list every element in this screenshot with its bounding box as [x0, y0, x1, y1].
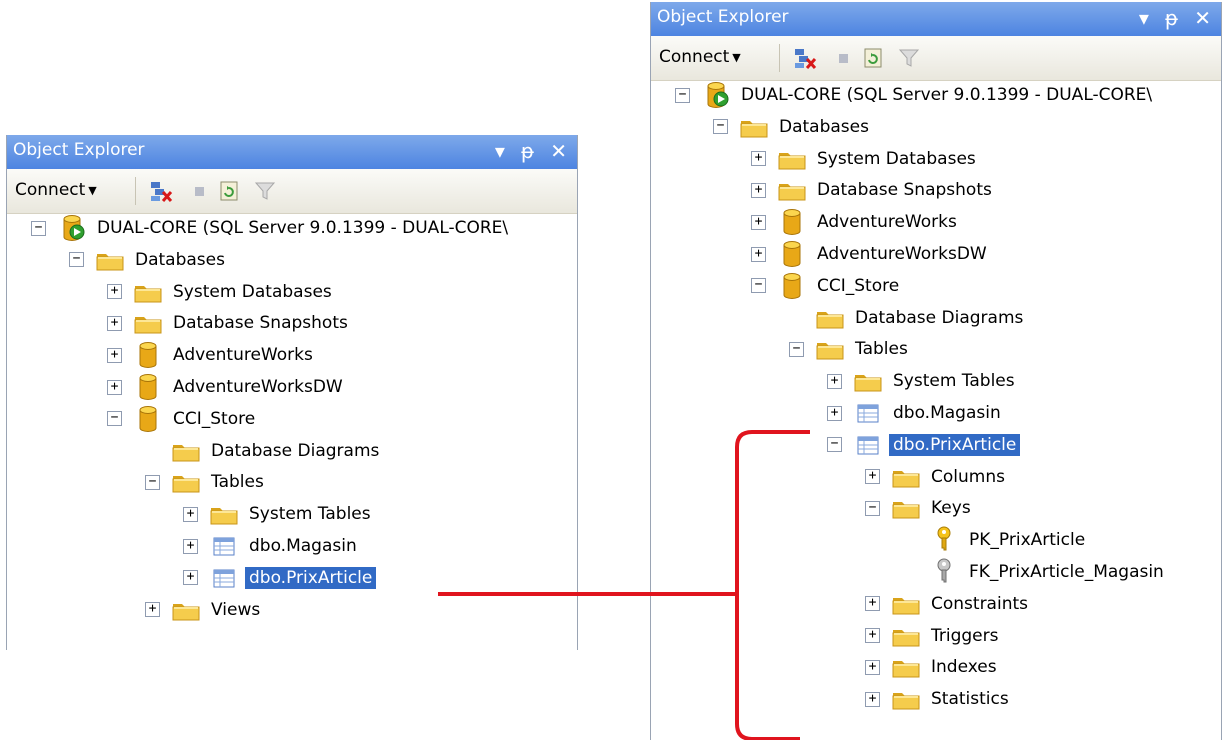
connector-bracket — [438, 430, 810, 740]
bracket-line — [735, 430, 810, 740]
